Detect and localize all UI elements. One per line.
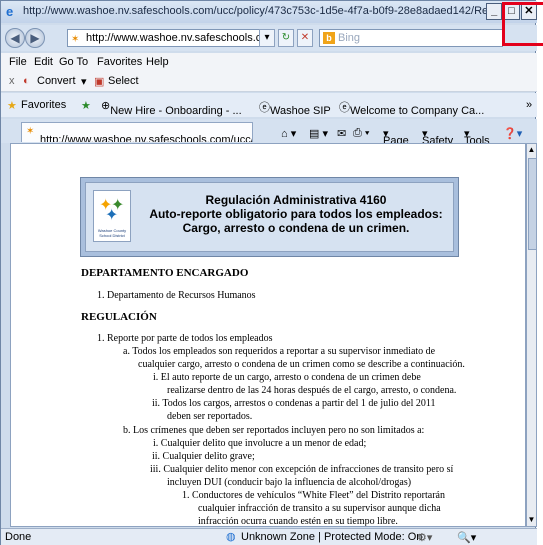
section-heading-regulation: REGULACIÓN	[81, 311, 157, 323]
menu-help[interactable]: Help	[146, 56, 169, 68]
scroll-thumb[interactable]	[528, 158, 537, 250]
address-input[interactable]: ✶ http://www.washoe.nv.safeschools.com/u	[67, 29, 275, 47]
page-content: ✦ ✦ ✦ Washoe County School District Regu…	[10, 143, 526, 527]
tab-bar: ✶ http://www.washoe.nv.safeschools.com/u…	[1, 119, 537, 147]
convert-button[interactable]: Convert	[37, 75, 76, 87]
zoom-icon[interactable]: 🔍▾	[457, 531, 476, 544]
reg-line: ii. Todos los cargos, arrestos o condena…	[152, 398, 436, 409]
browser-tab[interactable]: ✶ http://www.washoe.nv.safeschools.com/u…	[21, 122, 253, 142]
feeds-icon[interactable]: ▤ ▾	[309, 127, 328, 140]
department-item: 1. Departamento de Recursos Humanos	[97, 290, 256, 301]
favorites-star-icon: ★	[7, 100, 17, 112]
select-icon: ▣	[94, 76, 105, 88]
reg-line: infracción ocurra cuando estén en su tie…	[198, 516, 398, 527]
reg-line: ii. Cualquier delito grave;	[152, 451, 255, 462]
globe-icon: ◍	[226, 531, 236, 543]
back-button[interactable]: ◀	[5, 28, 25, 48]
favorites-button[interactable]: Favorites	[21, 99, 66, 111]
refresh-icon[interactable]: ↻	[278, 29, 294, 47]
scroll-up-icon[interactable]: ▲	[527, 144, 536, 156]
stop-icon[interactable]: ✕	[297, 29, 313, 47]
favorites-bar: ★ Favorites ★ ⊕ New Hire - Onboarding - …	[1, 93, 537, 117]
home-icon[interactable]: ⌂ ▾	[281, 127, 296, 140]
menu-edit[interactable]: Edit	[34, 56, 53, 68]
regulation-banner: ✦ ✦ ✦ Washoe County School District Regu…	[80, 177, 459, 257]
minimize-button[interactable]: _	[486, 3, 503, 20]
browser-window: e http://www.washoe.nv.safeschools.com/u…	[0, 0, 537, 545]
status-bar: Done ◍ Unknown Zone | Protected Mode: On…	[1, 528, 537, 545]
menu-goto[interactable]: Go To	[59, 56, 88, 68]
convert-dropdown-icon[interactable]: ▾	[81, 75, 87, 88]
reg-line: i. El auto reporte de un cargo, arresto …	[153, 372, 421, 383]
security-zone[interactable]: Unknown Zone | Protected Mode: On	[241, 531, 422, 543]
reg-line: b. Los crímenes que deben ser reportados…	[123, 425, 425, 436]
district-logo: ✦ ✦ ✦ Washoe County School District	[93, 190, 131, 242]
convert-icon: ◐	[23, 75, 30, 87]
reg-line: incluyen DUI (conducir bajo la influenci…	[167, 477, 412, 488]
tab-favicon-icon: ✶	[26, 126, 35, 137]
mail-icon[interactable]: ✉	[337, 127, 346, 140]
favorite-item-3[interactable]: ⓔ Welcome to Company Ca...	[339, 99, 484, 117]
command-bar: x ◐ Convert ▾ ▣ Select	[1, 71, 537, 92]
menu-file[interactable]: File	[9, 56, 27, 68]
window-title: http://www.washoe.nv.safeschools.com/ucc…	[23, 5, 493, 17]
forward-button[interactable]: ▶	[25, 28, 45, 48]
reg-line: a. Todos los empleados son requeridos a …	[123, 346, 436, 357]
favorite-item-2[interactable]: ⓔ Washoe SIP	[259, 99, 331, 117]
reg-line: 1. Reporte por parte de todos los emplea…	[97, 333, 273, 344]
reg-line: deben ser reportados.	[167, 411, 253, 422]
highlight-box	[502, 2, 543, 46]
add-favorite-icon[interactable]: ★	[81, 99, 91, 112]
help-icon[interactable]: ❓▾	[503, 127, 522, 140]
tools-menu[interactable]: Tools ▾	[464, 127, 490, 147]
bing-icon: b	[323, 32, 335, 44]
favorites-overflow-icon[interactable]: »	[526, 99, 532, 111]
safety-menu[interactable]: Safety ▾	[422, 127, 453, 147]
page-menu[interactable]: Page ▾	[383, 127, 409, 147]
menu-favorites[interactable]: Favorites	[97, 56, 142, 68]
figure-blue-icon: ✦	[105, 207, 119, 224]
favorite-item-1[interactable]: ⊕ New Hire - Onboarding - ...	[101, 99, 242, 117]
scroll-down-icon[interactable]: ▼	[527, 514, 536, 526]
print-icon[interactable]: ⎙ ▾	[353, 127, 369, 140]
zone-settings-icon[interactable]: ⚙▾	[417, 531, 432, 544]
menu-bar: File Edit Go To Favorites Help	[1, 53, 537, 71]
reg-line: 1. Conductores de vehículos “White Fleet…	[182, 490, 445, 501]
search-input[interactable]: b Bing	[319, 29, 503, 47]
banner-title: Regulación Administrativa 4160 Auto-repo…	[149, 193, 443, 235]
address-dropdown-icon[interactable]: ▾	[259, 29, 275, 47]
ie-logo-icon: e	[6, 4, 14, 19]
reg-line: cualquier cargo, arresto o condena de un…	[138, 359, 465, 370]
vertical-scrollbar[interactable]: ▲ ▼	[526, 143, 537, 527]
reg-line: cualquier infracción de transito a su su…	[198, 503, 441, 514]
reg-line: realizarse dentro de las 24 horas despué…	[167, 385, 457, 396]
select-button[interactable]: Select	[108, 75, 139, 87]
title-bar: e http://www.washoe.nv.safeschools.com/u…	[1, 1, 537, 23]
address-row: ◀ ▶ ✶ http://www.washoe.nv.safeschools.c…	[1, 25, 537, 51]
close-toolbar-icon[interactable]: x	[9, 75, 15, 87]
page-favicon-icon: ✶	[71, 34, 80, 45]
status-text: Done	[5, 531, 32, 543]
reg-line: i. Cualquier delito que involucre a un m…	[153, 438, 367, 449]
reg-line: iii. Cualquier delito menor con excepció…	[150, 464, 454, 475]
section-heading-department: DEPARTAMENTO ENCARGADO	[81, 267, 249, 279]
